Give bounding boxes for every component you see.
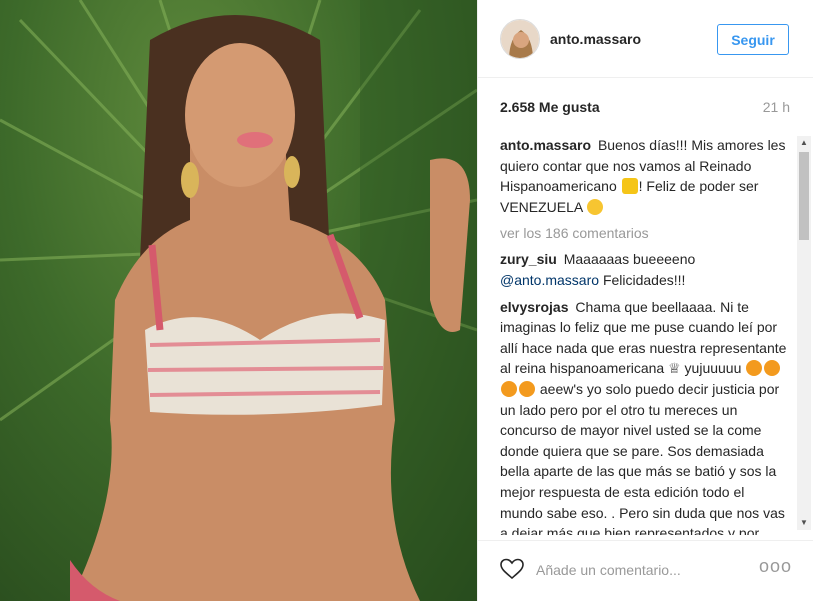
crown-emoji-icon [621, 178, 638, 195]
avatar-image [501, 20, 539, 58]
view-all-comments-link[interactable]: ver los 186 comentarios [500, 223, 788, 243]
follow-button[interactable]: Seguir [717, 24, 789, 55]
caption: anto.massaro Buenos días!!! Mis amores l… [500, 135, 788, 217]
post-photo[interactable] [0, 0, 477, 601]
caption-author[interactable]: anto.massaro [500, 137, 591, 153]
post-header: anto.massaro Seguir [478, 0, 813, 78]
comment-item: elvysrojas Chama que beellaaaa. Ni te im… [500, 297, 788, 535]
cat-emoji-icon [746, 360, 763, 377]
comment-mention[interactable]: @anto.massaro [500, 272, 599, 288]
username-link[interactable]: anto.massaro [550, 31, 641, 47]
post-time[interactable]: 21 h [763, 99, 790, 115]
kiss-emoji-icon [587, 198, 604, 215]
post-photo-illustration [0, 0, 477, 601]
add-comment-input[interactable] [534, 557, 758, 583]
avatar[interactable] [500, 19, 540, 59]
comment-text-after: Felicidades!!! [602, 271, 686, 288]
comment-text-3: aeew's yo solo puedo decir justicia por … [500, 380, 785, 535]
cat-emoji-icon [764, 360, 781, 377]
cat-emoji-icon [519, 380, 535, 397]
post-stats: 2.658 Me gusta 21 h [478, 78, 813, 128]
comment-item: zury_siu Maaaaaas bueeeeno @anto.massaro… [500, 249, 788, 290]
comment-author[interactable]: zury_siu [500, 251, 557, 267]
comment-footer: ooo [478, 540, 813, 601]
scroll-down-arrow-icon[interactable]: ▼ [797, 516, 811, 530]
comments-list: anto.massaro Buenos días!!! Mis amores l… [500, 135, 788, 535]
cat-emoji-icon [501, 380, 517, 397]
comment-text: Maaaaaas bueeeeno [563, 251, 696, 268]
comment-text-2: ♕ yujuuuuu [668, 360, 742, 377]
scroll-up-arrow-icon[interactable]: ▲ [797, 136, 811, 150]
heart-icon[interactable] [500, 558, 524, 580]
more-options-icon[interactable]: ooo [759, 556, 792, 577]
comment-author[interactable]: elvysrojas [500, 299, 569, 315]
scrollbar-thumb[interactable] [799, 152, 809, 240]
post-side-panel: anto.massaro Seguir 2.658 Me gusta 21 h … [477, 0, 813, 601]
comments-scrollbar[interactable]: ▲ ▼ [797, 136, 811, 530]
likes-count[interactable]: 2.658 Me gusta [500, 99, 600, 115]
